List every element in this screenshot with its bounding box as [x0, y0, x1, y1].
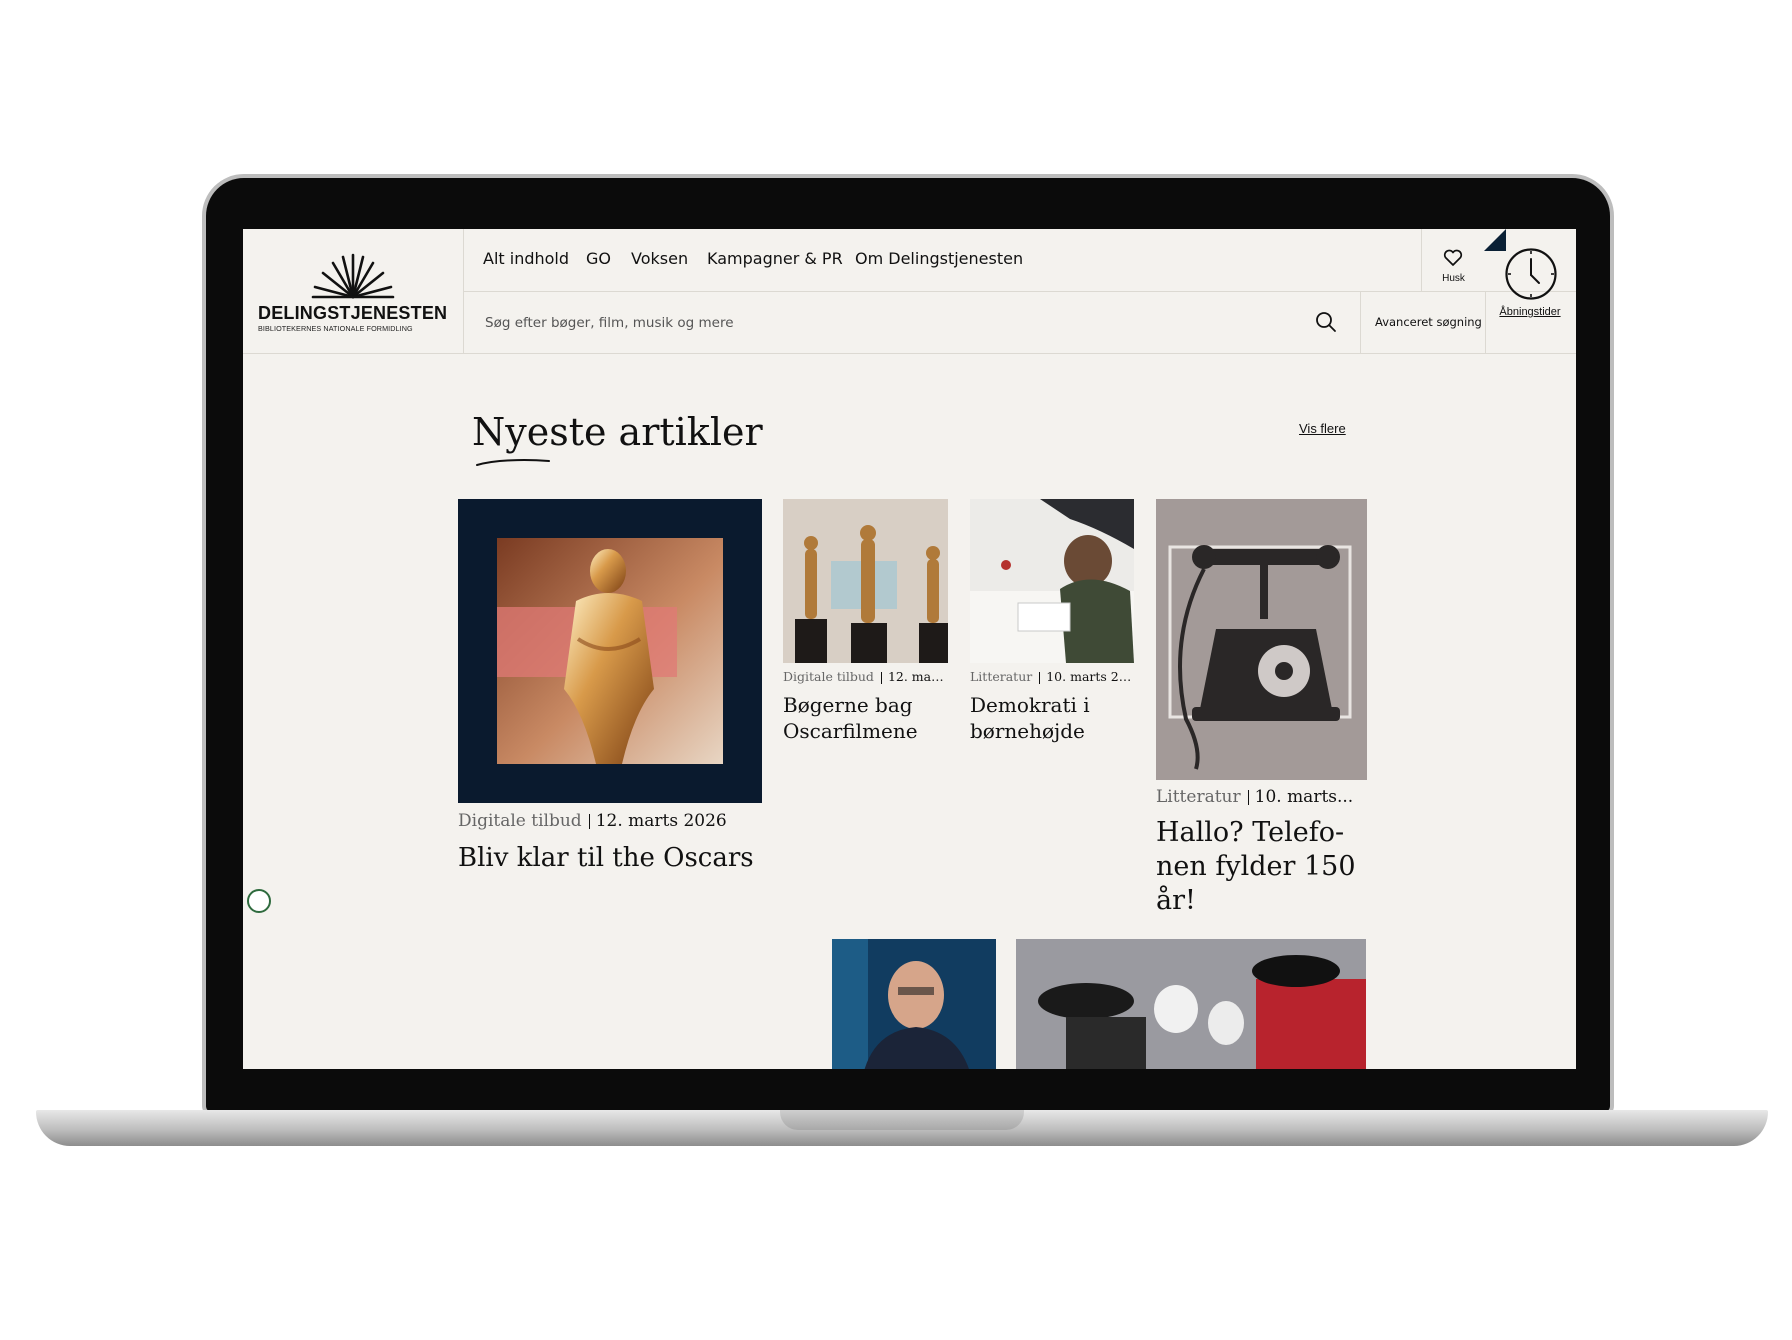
clock-icon [1505, 248, 1557, 300]
article-image-author-portrait[interactable] [832, 939, 996, 1069]
article-date: 12. marts 2026 [595, 811, 727, 831]
main-nav: Alt indhold GO Voksen Kampagner & PR Om … [463, 229, 1576, 292]
article-meta: Digitale tilbud 12. mart... [783, 669, 948, 684]
nav-item-kampagner[interactable]: Kampagner & PR [707, 249, 843, 268]
article-category: Litteratur [1156, 787, 1241, 807]
article-image-telephone[interactable] [1156, 499, 1367, 780]
oscar-statue-image [497, 538, 723, 764]
opening-hours-label: Åbningstider [1499, 306, 1561, 318]
husk-button[interactable]: Husk [1421, 229, 1485, 291]
article-meta: Litteratur 10. marts 2026 [970, 669, 1134, 684]
sun-rays-icon [311, 253, 395, 299]
child-writing-image [970, 499, 1134, 663]
article-title[interactable]: Bøgerne bag Oscarfilmene [783, 692, 953, 744]
search-bar [463, 291, 1363, 353]
nav-item-alt-indhold[interactable]: Alt indhold [483, 249, 569, 268]
advanced-search-button[interactable]: Avanceret søgning [1360, 291, 1486, 353]
article-title[interactable]: Bliv klar til the Oscars [458, 841, 778, 875]
logo-title: DELINGSTJENESTEN [258, 303, 448, 323]
article-image-festival-crowd[interactable] [1016, 939, 1366, 1069]
article-date: 10. marts... [1254, 787, 1354, 807]
heart-icon [1443, 249, 1463, 266]
opening-hours-button[interactable]: Åbningstider [1484, 229, 1576, 353]
article-category: Digitale tilbud [458, 811, 582, 831]
section-title: Nyeste artikler [472, 410, 763, 454]
site-header: DELINGSTJENESTEN BIBLIOTEKERNES NATIONAL… [243, 229, 1576, 354]
article-image-child-writing[interactable] [970, 499, 1134, 663]
article-date: 12. mart... [887, 669, 948, 684]
festival-crowd-image [1016, 939, 1366, 1069]
article-image-oscar-statues[interactable] [783, 499, 948, 663]
nav-item-go[interactable]: GO [586, 249, 611, 268]
author-portrait-image [832, 939, 996, 1069]
vis-flere-link[interactable]: Vis flere [1299, 421, 1346, 436]
article-image-oscars[interactable] [458, 499, 762, 803]
laptop-notch [780, 1110, 1024, 1130]
husk-label: Husk [1442, 273, 1465, 284]
article-date: 10. marts 2026 [1046, 669, 1134, 684]
article-category: Digitale tilbud [783, 669, 874, 684]
logo-subtitle: BIBLIOTEKERNES NATIONALE FORMIDLING [258, 324, 413, 333]
search-input[interactable] [483, 311, 1287, 335]
site-logo[interactable]: DELINGSTJENESTEN BIBLIOTEKERNES NATIONAL… [243, 229, 464, 353]
browser-viewport: DELINGSTJENESTEN BIBLIOTEKERNES NATIONAL… [243, 229, 1576, 1069]
article-title[interactable]: Demokrati i børnehøjde [970, 692, 1140, 744]
article-category: Litteratur [970, 669, 1033, 684]
vintage-telephone-image [1168, 545, 1352, 770]
search-icon[interactable] [1315, 311, 1337, 333]
oscar-statues-image [783, 499, 948, 663]
article-title[interactable]: Hallo? Telefo-nen fylder 150 år! [1156, 816, 1356, 918]
advanced-search-label: Avanceret søgning [1375, 315, 1482, 329]
corner-flag [1484, 229, 1506, 251]
accessibility-widget-icon[interactable] [247, 889, 271, 913]
title-underline [476, 459, 550, 466]
nav-item-voksen[interactable]: Voksen [631, 249, 688, 268]
article-meta: Digitale tilbud 12. marts 2026 [458, 811, 762, 831]
nav-item-om[interactable]: Om Delingstjenesten [855, 249, 1023, 268]
article-meta: Litteratur 10. marts... [1156, 787, 1356, 807]
